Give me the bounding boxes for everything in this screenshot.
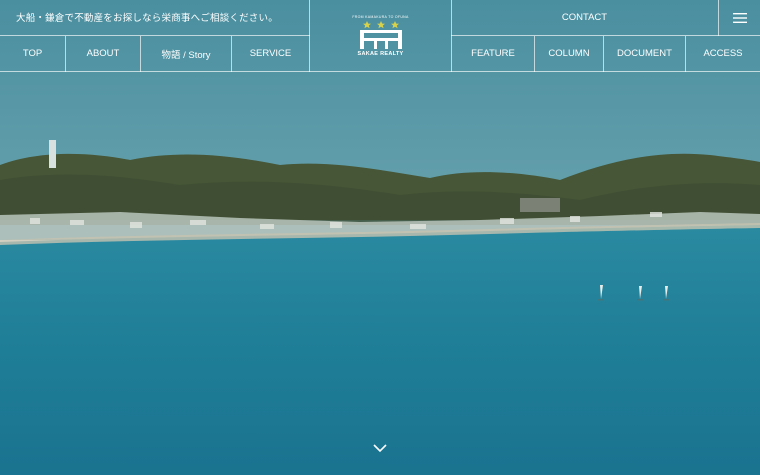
site-logo[interactable]: FROM KAMAKURA TO OFUNA SAKAE REALTY — [310, 0, 451, 71]
sakae-building-logo-icon — [359, 20, 402, 49]
hamburger-menu-icon — [732, 12, 747, 23]
scroll-down-button[interactable] — [370, 441, 390, 455]
nav-story[interactable]: 物語 / Story — [141, 36, 231, 71]
menu-button[interactable] — [719, 0, 760, 35]
site-tagline: 大船・鎌倉で不動産をお探しなら栄商事へご相談ください。 — [16, 13, 278, 24]
nav-about[interactable]: ABOUT — [66, 36, 140, 71]
nav-access[interactable]: ACCESS — [686, 36, 760, 71]
logo-name: SAKAE REALTY — [357, 50, 404, 57]
header-divider-bottom — [0, 71, 760, 72]
chevron-down-icon — [373, 444, 387, 453]
logo-tagline: FROM KAMAKURA TO OFUNA — [352, 14, 409, 19]
contact-link[interactable]: CONTACT — [451, 0, 718, 35]
nav-column[interactable]: COLUMN — [535, 36, 603, 71]
nav-top[interactable]: TOP — [0, 36, 65, 71]
nav-service[interactable]: SERVICE — [232, 36, 309, 71]
nav-document[interactable]: DOCUMENT — [604, 36, 685, 71]
site-header: 大船・鎌倉で不動産をお探しなら栄商事へご相談ください。 TOP ABOUT 物語… — [0, 0, 760, 72]
nav-feature[interactable]: FEATURE — [452, 36, 534, 71]
